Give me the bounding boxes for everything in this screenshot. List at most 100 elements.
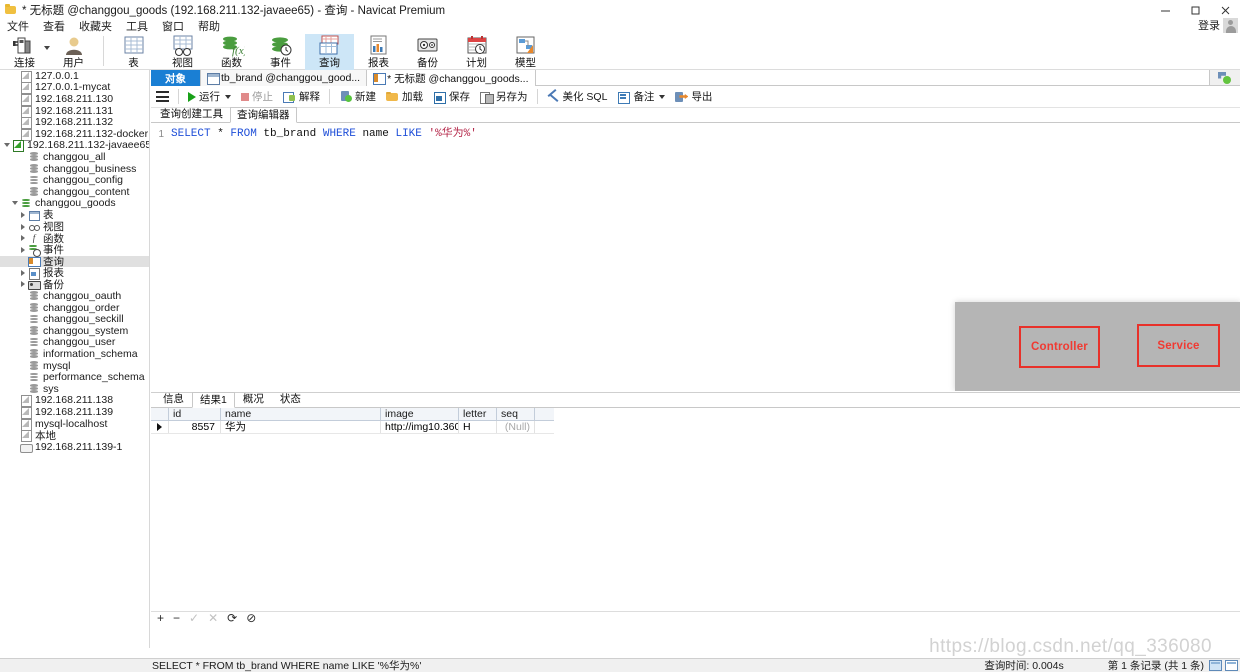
avatar[interactable] bbox=[1223, 17, 1238, 33]
tab-untitled-query[interactable]: * 无标题 @changgou_goods... bbox=[367, 70, 536, 86]
tree-item-192-168-211-132[interactable]: 192.168.211.132 bbox=[0, 116, 149, 130]
stop-loading-button[interactable]: ⊘ bbox=[246, 612, 256, 624]
tree-item-[interactable]: 报表 bbox=[0, 267, 149, 280]
tree-item-changgou-seckill[interactable]: changgou_seckill bbox=[0, 313, 149, 325]
chevron-right-icon[interactable] bbox=[18, 222, 28, 232]
tab-bar-actions[interactable] bbox=[1210, 70, 1240, 85]
chevron-down-icon[interactable] bbox=[10, 198, 20, 208]
chevron-right-icon[interactable] bbox=[18, 210, 28, 220]
stop-button[interactable]: 停止 bbox=[236, 86, 278, 108]
remove-record-button[interactable]: − bbox=[173, 612, 180, 624]
refresh-button[interactable]: ⟳ bbox=[227, 612, 237, 624]
connection-tree-sidebar[interactable]: 127.0.0.1 127.0.0.1-mycat 192.168.211.130 1… bbox=[0, 70, 150, 648]
load-button[interactable]: 加载 bbox=[381, 86, 428, 108]
toolbar-model[interactable]: 模型 bbox=[501, 34, 550, 70]
table-row[interactable]: 8557 华为 http://img10.360buyimg.c H (Null… bbox=[151, 421, 554, 434]
tree-item-information-schema[interactable]: information_schema bbox=[0, 348, 149, 360]
note-button[interactable]: 备注 bbox=[612, 86, 670, 108]
cell-image[interactable]: http://img10.360buyimg.c bbox=[381, 421, 459, 433]
tree-item-changgou-order[interactable]: changgou_order bbox=[0, 302, 149, 314]
tree-item-mysql[interactable]: mysql bbox=[0, 360, 149, 372]
menu-item-help[interactable]: 帮助 bbox=[191, 20, 227, 34]
tree-item-changgou-user[interactable]: changgou_user bbox=[0, 336, 149, 348]
sql-editor[interactable]: 1 SELECT * FROM tb_brand WHERE name LIKE… bbox=[151, 123, 1240, 391]
run-button[interactable]: 运行 bbox=[183, 86, 236, 108]
column-header-id[interactable]: id bbox=[169, 408, 221, 420]
tree-item-[interactable]: 查询 bbox=[0, 255, 149, 268]
tree-item-192-168-211-132-docker[interactable]: 192.168.211.132-docker bbox=[0, 128, 149, 141]
tree-item-[interactable]: 视图 bbox=[0, 221, 149, 233]
tab-messages[interactable]: 信息 bbox=[155, 391, 192, 407]
tree-item-192-168-211-131[interactable]: 192.168.211.131 bbox=[0, 105, 149, 118]
tree-item-192-168-211-132-javaee65[interactable]: 192.168.211.132-javaee65 bbox=[0, 139, 149, 153]
apply-changes-button[interactable]: ✓ bbox=[189, 612, 199, 624]
tree-item-192-168-211-139[interactable]: 192.168.211.139 bbox=[0, 406, 149, 420]
toolbar-query[interactable]: 查询 bbox=[305, 34, 354, 70]
save-as-button[interactable]: 另存为 bbox=[475, 86, 533, 108]
toolbar-report[interactable]: 报表 bbox=[354, 34, 403, 70]
cell-seq[interactable]: (Null) bbox=[497, 421, 535, 433]
menu-item-favorites[interactable]: 收藏夹 bbox=[72, 20, 119, 34]
login-label[interactable]: 登录 bbox=[1198, 17, 1220, 33]
tab-tb-brand[interactable]: tb_brand @changgou_good... bbox=[201, 70, 368, 86]
column-header-seq[interactable]: seq bbox=[497, 408, 535, 420]
chevron-right-icon[interactable] bbox=[18, 233, 28, 243]
tree-item-[interactable]: 本地 bbox=[0, 429, 149, 443]
chevron-down-icon[interactable] bbox=[659, 94, 666, 99]
tree-item-changgou-system[interactable]: changgou_system bbox=[0, 325, 149, 337]
tree-item-changgou-business[interactable]: changgou_business bbox=[0, 163, 149, 175]
tab-objects[interactable]: 对象 bbox=[151, 70, 201, 86]
column-header-image[interactable]: image bbox=[381, 408, 459, 420]
menu-item-file[interactable]: 文件 bbox=[0, 20, 36, 34]
cell-name[interactable]: 华为 bbox=[221, 421, 381, 433]
tree-item-192-168-211-130[interactable]: 192.168.211.130 bbox=[0, 93, 149, 106]
query-menu-button[interactable] bbox=[151, 86, 174, 108]
menu-item-tools[interactable]: 工具 bbox=[119, 20, 155, 34]
tree-item-[interactable]: 事件 bbox=[0, 244, 149, 257]
discard-changes-button[interactable]: ✕ bbox=[208, 612, 218, 624]
tree-item-mysql-localhost[interactable]: mysql-localhost bbox=[0, 418, 149, 431]
column-header-letter[interactable]: letter bbox=[459, 408, 497, 420]
tree-item-changgou-goods[interactable]: changgou_goods bbox=[0, 197, 149, 209]
form-view-icon[interactable] bbox=[1225, 660, 1238, 671]
tree-item-performance-schema[interactable]: performance_schema bbox=[0, 371, 149, 383]
toolbar-schedule[interactable]: 计划 bbox=[452, 34, 501, 70]
toolbar-view[interactable]: 视图 bbox=[158, 34, 207, 70]
toolbar-table[interactable]: 表 bbox=[109, 34, 158, 70]
tree-item-changgou-oauth[interactable]: changgou_oauth bbox=[0, 290, 149, 302]
toolbar-event[interactable]: 事件 bbox=[256, 34, 305, 70]
toolbar-connection[interactable]: 连接 bbox=[0, 34, 50, 70]
tab-profile[interactable]: 概况 bbox=[235, 391, 272, 407]
chevron-right-icon[interactable] bbox=[18, 245, 28, 255]
minimize-button[interactable] bbox=[1150, 0, 1180, 20]
tree-item-changgou-content[interactable]: changgou_content bbox=[0, 186, 149, 198]
tree-item-changgou-all[interactable]: changgou_all bbox=[0, 151, 149, 163]
tab-query-builder[interactable]: 查询创建工具 bbox=[153, 106, 230, 122]
add-record-button[interactable]: + bbox=[157, 612, 164, 624]
tree-item-sys[interactable]: sys bbox=[0, 383, 149, 395]
chevron-right-icon[interactable] bbox=[18, 268, 28, 278]
toolbar-user[interactable]: 用户 bbox=[49, 34, 98, 70]
save-button[interactable]: 保存 bbox=[428, 86, 475, 108]
login-area[interactable]: 登录 bbox=[1198, 17, 1238, 33]
sql-code[interactable]: SELECT * FROM tb_brand WHERE name LIKE '… bbox=[171, 128, 477, 141]
toolbar-function[interactable]: f(x) 函数 bbox=[207, 34, 256, 70]
export-button[interactable]: 导出 bbox=[670, 86, 717, 108]
cell-letter[interactable]: H bbox=[459, 421, 497, 433]
chevron-right-icon[interactable] bbox=[18, 279, 28, 289]
results-grid[interactable]: id name image letter seq 8557 华为 http://… bbox=[151, 408, 554, 434]
tree-item-[interactable]: 备份 bbox=[0, 279, 149, 291]
new-query-button[interactable]: 新建 bbox=[334, 86, 381, 108]
tree-item-127-0-0-1-mycat[interactable]: 127.0.0.1-mycat bbox=[0, 81, 149, 95]
tab-result1[interactable]: 结果1 bbox=[192, 392, 235, 408]
menu-item-window[interactable]: 窗口 bbox=[155, 20, 191, 34]
chevron-down-icon[interactable] bbox=[225, 94, 231, 99]
chevron-down-icon[interactable] bbox=[2, 140, 12, 150]
new-connection-icon[interactable] bbox=[1218, 72, 1232, 84]
grid-view-icon[interactable] bbox=[1209, 660, 1222, 671]
tree-item-[interactable]: 表 bbox=[0, 209, 149, 221]
tree-item-127-0-0-1[interactable]: 127.0.0.1 bbox=[0, 70, 149, 83]
explain-button[interactable]: 解释 bbox=[278, 86, 325, 108]
toolbar-backup[interactable]: 备份 bbox=[403, 34, 452, 70]
tree-item-192-168-211-138[interactable]: 192.168.211.138 bbox=[0, 394, 149, 408]
